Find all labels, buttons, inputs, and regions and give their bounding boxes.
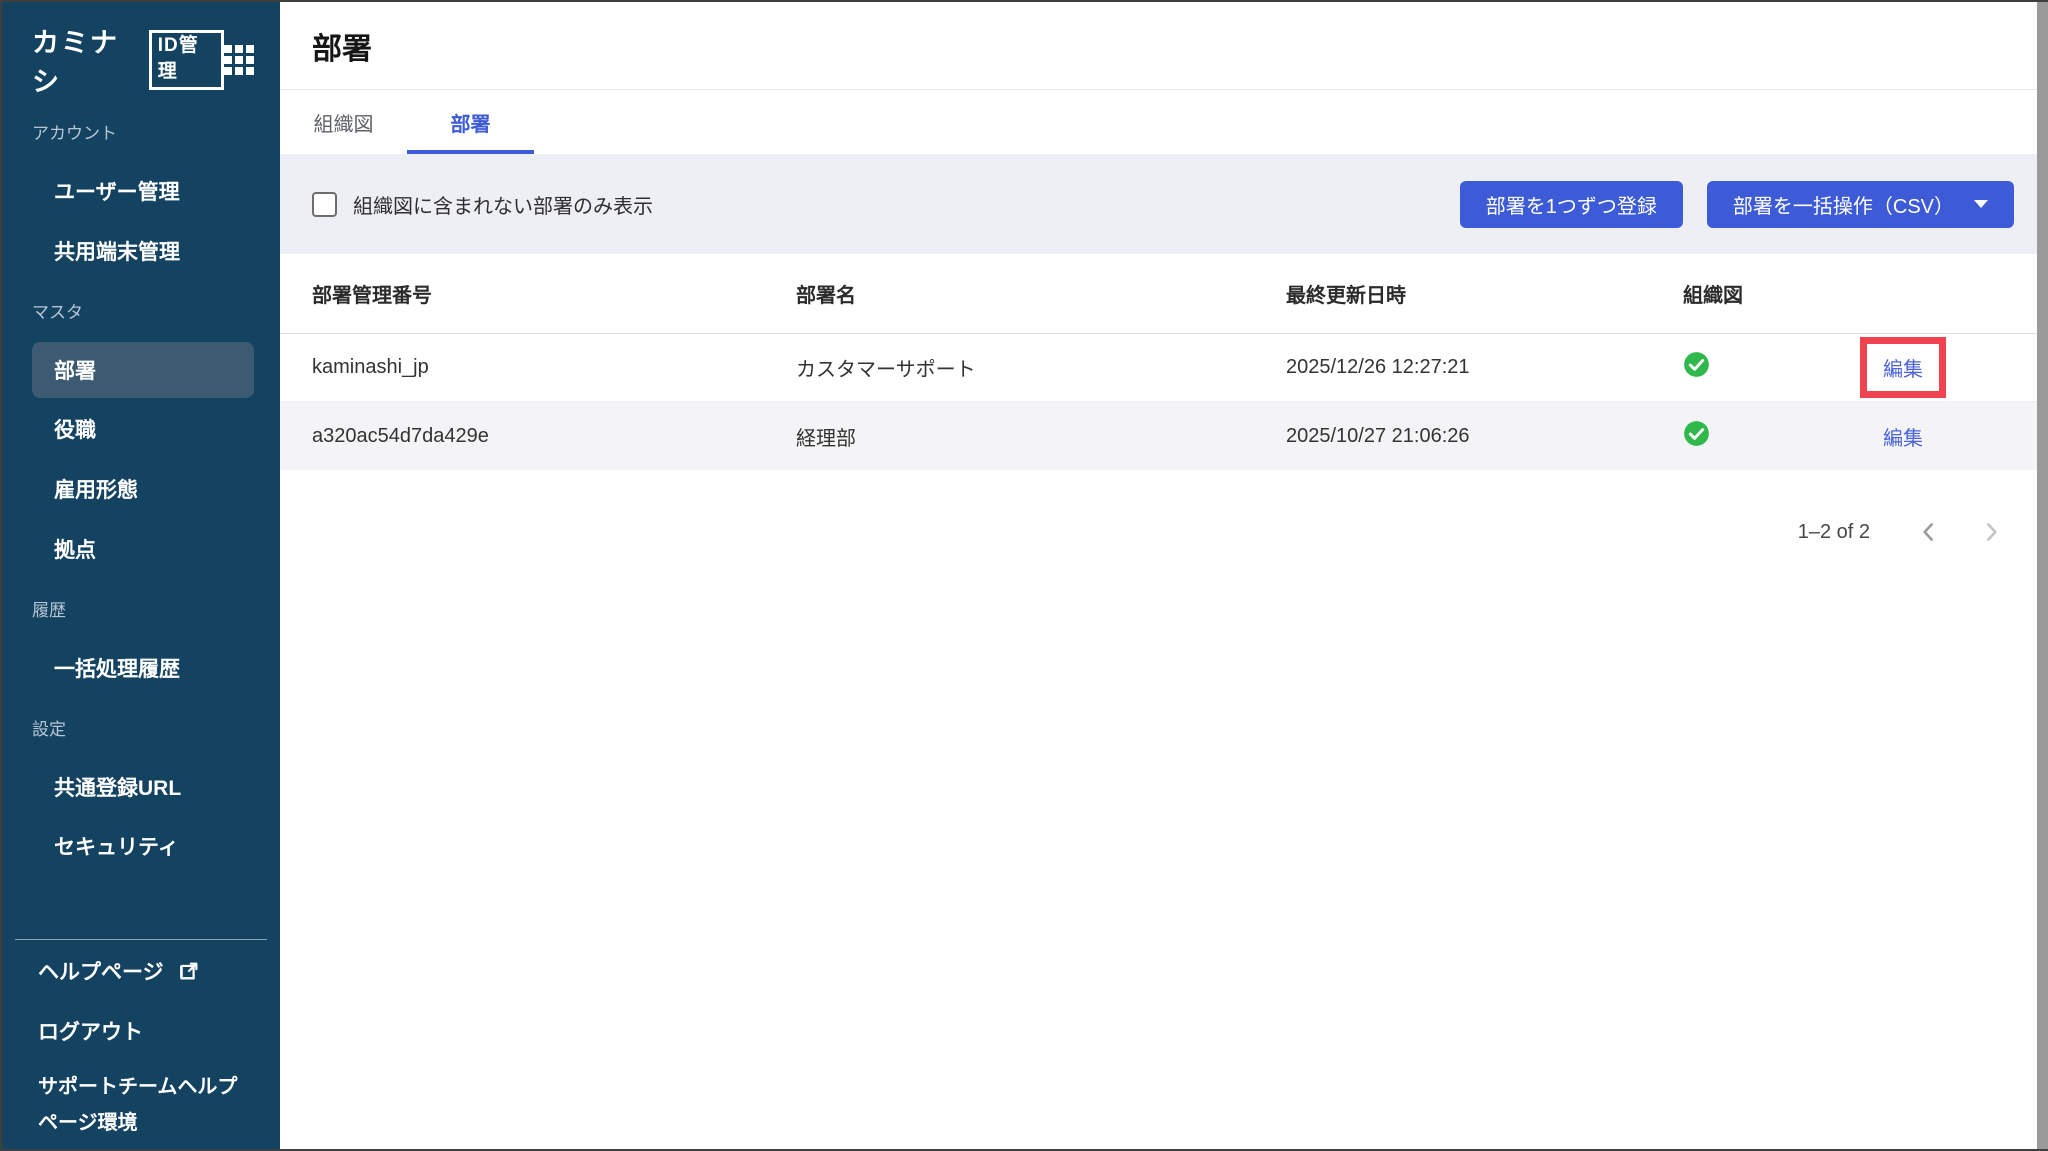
sidebar-item-support-env[interactable]: サポートチームヘルプページ環境 [2,1061,280,1149]
edit-cell: 編集 [1833,422,1973,451]
check-circle-icon [1683,351,1710,378]
help-page-label: ヘルプページ [38,960,164,984]
sidebar-item-help-page[interactable]: ヘルプページ [2,941,280,1001]
edit-link[interactable]: 編集 [1883,422,1923,451]
next-page-button[interactable] [1974,515,2008,549]
sidebar-item-positions[interactable]: 役職 [2,400,280,460]
sidebar-divider [15,938,267,940]
sidebar-item-security[interactable]: セキュリティ [2,816,280,876]
brand-logo[interactable]: カミナシ [32,21,141,99]
scrollbar[interactable] [2037,2,2048,1149]
dept-name-cell: カスタマーサポート [796,359,976,381]
sidebar: カミナシ ID管理 アカウント ユーザー管理 共用端末管理 マスタ 部署 役職 … [2,2,280,1149]
column-header-org-chart: 組織図 [1683,285,1743,307]
sidebar-item-departments[interactable]: 部署 [32,342,254,398]
filter-actions: 部署を1つずつ登録 部署を一括操作（CSV） [1459,180,2014,228]
sidebar-section-master: マスタ [32,302,83,322]
org-chart-status-cell [1683,351,1833,384]
dept-name-cell: 経理部 [796,427,856,450]
sidebar-item-logout[interactable]: ログアウト [2,1001,280,1061]
sidebar-item-locations[interactable]: 拠点 [2,519,280,579]
register-department-button[interactable]: 部署を1つずつ登録 [1459,180,1683,228]
page-header: 部署 [280,2,2048,90]
dept-id-cell: kaminashi_jp [312,356,429,378]
app-window: カミナシ ID管理 アカウント ユーザー管理 共用端末管理 マスタ 部署 役職 … [0,0,2048,1151]
dept-id-cell: a320ac54d7da429e [312,424,489,447]
page-title: 部署 [312,32,372,66]
pagination: 1–2 of 2 [280,498,2048,566]
table-row: kaminashi_jp カスタマーサポート 2025/12/26 12:27:… [280,334,2048,402]
last-updated-cell: 2025/10/27 21:06:26 [1286,424,1470,447]
external-link-icon [178,960,200,982]
sidebar-item-batch-history[interactable]: 一括処理履歴 [2,638,280,698]
tab-org-chart[interactable]: 組織図 [280,90,407,154]
table-header-row: 部署管理番号 部署名 最終更新日時 組織図 [280,254,2048,334]
tab-departments[interactable]: 部署 [407,90,534,154]
sidebar-section-history: 履歴 [32,600,66,620]
check-circle-icon [1683,420,1710,447]
previous-page-button[interactable] [1912,515,1946,549]
dropdown-caret-icon [1974,200,1988,208]
bulk-operation-label: 部署を一括操作（CSV） [1732,195,1954,218]
org-chart-filter-checkbox[interactable] [312,191,337,217]
org-chart-status-cell [1683,420,1833,453]
table-row: a320ac54d7da429e 経理部 2025/10/27 21:06:26… [280,402,2048,470]
sidebar-item-user-management[interactable]: ユーザー管理 [2,162,280,222]
brand-badge: ID管理 [148,30,224,90]
main-content: 部署 組織図 部署 組織図に含まれない部署のみ表示 部署を1つずつ登録 部署を一… [280,2,2048,1149]
annotation-highlight-box: 編集 [1860,337,1946,398]
department-table: 部署管理番号 部署名 最終更新日時 組織図 kaminashi_jp カスタマー… [280,254,2048,470]
edit-link[interactable]: 編集 [1883,353,1923,382]
apps-grid-icon[interactable] [224,45,254,75]
sidebar-section-settings: 設定 [32,719,66,739]
org-chart-filter-label[interactable]: 組織図に含まれない部署のみ表示 [353,190,653,219]
bulk-operation-csv-button[interactable]: 部署を一括操作（CSV） [1706,180,2014,228]
sidebar-item-employment-types[interactable]: 雇用形態 [2,459,280,519]
sidebar-section-account: アカウント [32,124,117,144]
sidebar-item-shared-device-management[interactable]: 共用端末管理 [2,221,280,281]
tabs: 組織図 部署 [280,90,2048,154]
column-header-last-updated: 最終更新日時 [1286,285,1406,307]
pagination-range-label: 1–2 of 2 [1797,520,1870,543]
column-header-dept-name: 部署名 [796,285,856,307]
sidebar-item-common-registration-url[interactable]: 共通登録URL [2,757,280,817]
column-header-dept-id: 部署管理番号 [312,285,432,307]
edit-cell: 編集 [1833,337,1973,398]
last-updated-cell: 2025/12/26 12:27:21 [1286,356,1470,378]
filter-bar: 組織図に含まれない部署のみ表示 部署を1つずつ登録 部署を一括操作（CSV） [280,154,2048,254]
logo-row: カミナシ ID管理 [2,28,280,97]
sidebar-footer: ヘルプページ ログアウト サポートチームヘルプページ環境 [2,941,280,1149]
